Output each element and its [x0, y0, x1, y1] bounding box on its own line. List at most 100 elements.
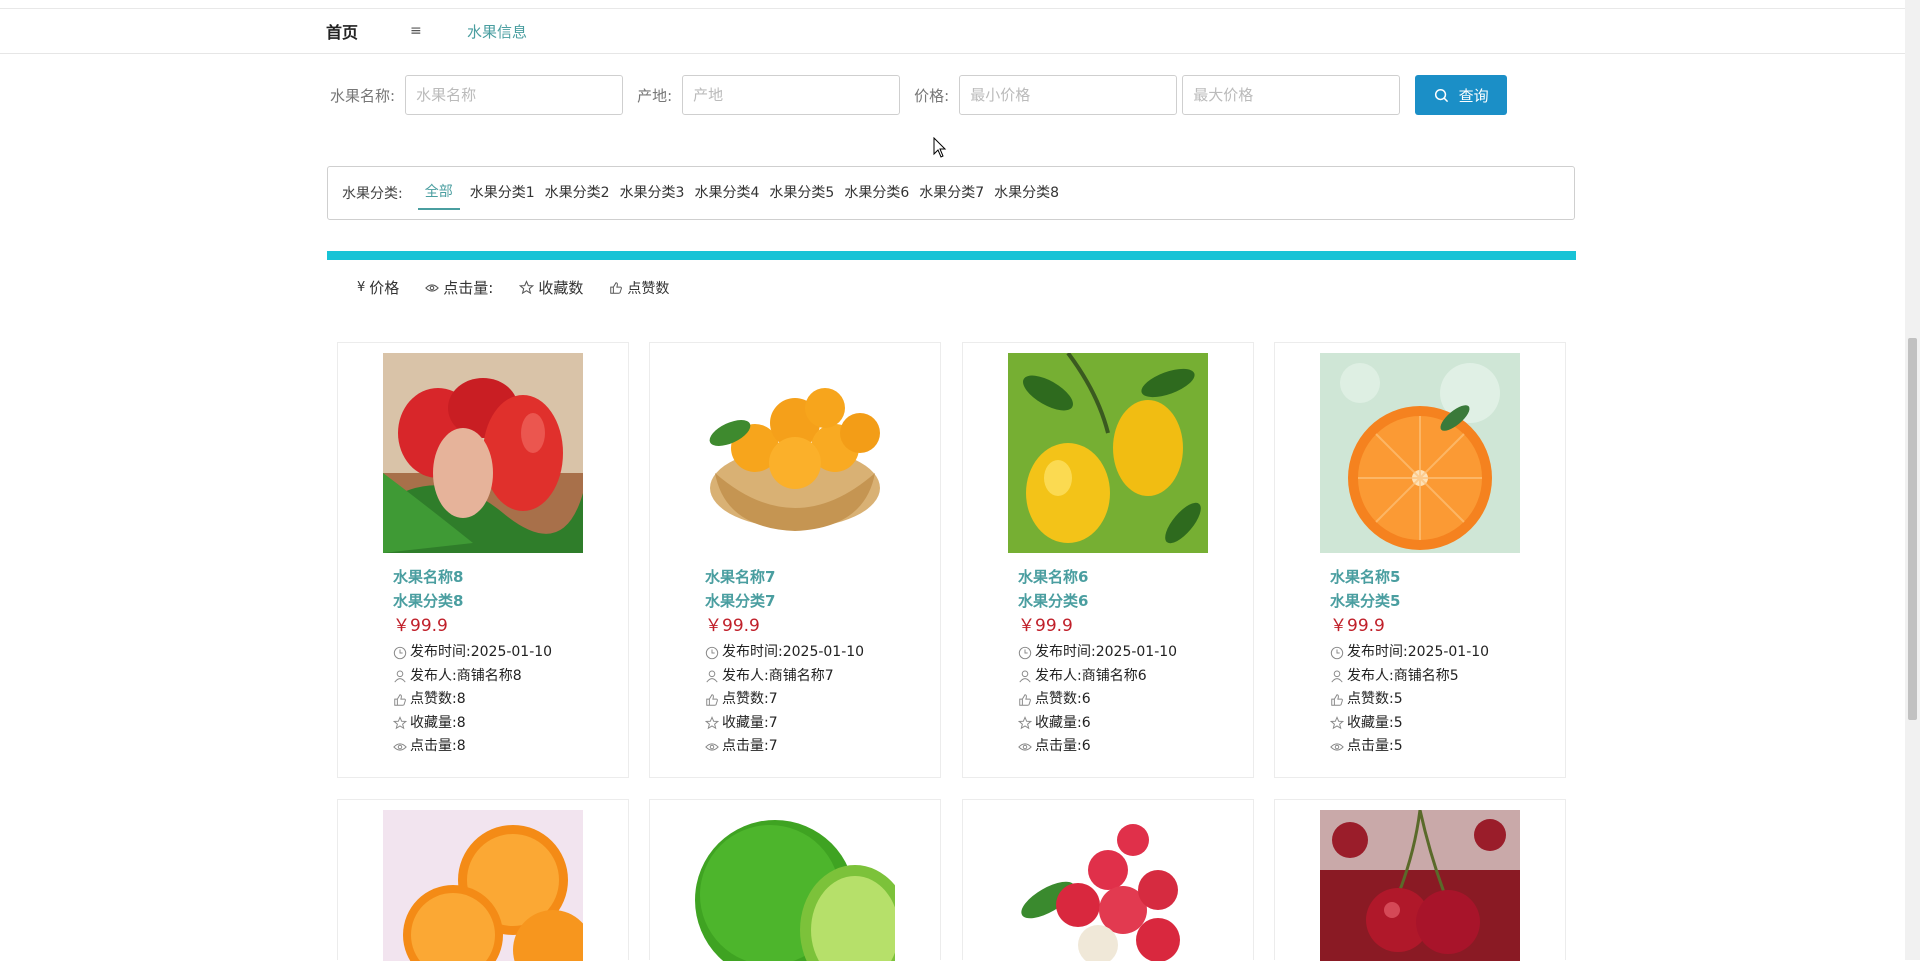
product-card[interactable]	[649, 799, 941, 961]
product-image[interactable]	[383, 810, 583, 961]
clicks-value: 6	[1081, 738, 1091, 754]
breadcrumb-home[interactable]: 首页	[326, 19, 358, 43]
product-card[interactable]	[337, 799, 629, 961]
star-icon	[1330, 716, 1344, 730]
sort-clicks-label: 点击量:	[443, 279, 494, 297]
publisher-value: 商铺名称8	[456, 667, 522, 684]
fruit-name-input[interactable]	[405, 75, 624, 115]
sort-favorites-label: 收藏数	[538, 279, 584, 297]
product-category: 水果分类6	[1018, 592, 1089, 610]
breadcrumb-current[interactable]: 水果信息	[467, 21, 527, 42]
product-card[interactable]: 水果名称5 水果分类5 ￥99.9 发布时间: 2025-01-10 发布人: 商铺…	[1274, 342, 1566, 778]
clicks: 点击量: 7	[705, 735, 935, 759]
user-icon	[706, 670, 718, 683]
product-image[interactable]	[695, 353, 895, 553]
category-2[interactable]: 水果分类2	[540, 177, 615, 209]
clicks-value: 8	[456, 738, 466, 754]
category-filter: 水果分类: 全部 水果分类1 水果分类2 水果分类3 水果分类4 水果分类5 水…	[327, 166, 1575, 220]
eye-icon	[393, 743, 407, 751]
product-price: ￥99.9	[393, 616, 448, 636]
search-form: 水果名称: 产地: 价格: 查询	[330, 74, 1508, 116]
likes-label: 点赞数:	[1347, 691, 1394, 707]
product-name[interactable]: 水果名称5	[1330, 565, 1560, 589]
thumb-up-icon	[394, 694, 406, 706]
star-icon	[393, 716, 407, 730]
sort-likes[interactable]: 点赞数	[609, 278, 669, 298]
category-5[interactable]: 水果分类5	[764, 177, 839, 209]
product-price: ￥99.9	[1330, 616, 1385, 636]
product-card[interactable]: 水果名称6 水果分类6 ￥99.9 发布时间: 2025-01-10 发布人: 商铺…	[962, 342, 1254, 778]
menu-toggle-icon[interactable]: ≡	[410, 23, 422, 39]
publish-time-label: 发布时间:	[1347, 644, 1408, 660]
publish-time-value: 2025-01-10	[1407, 644, 1490, 660]
product-image[interactable]	[1008, 810, 1208, 961]
yen-icon: ¥	[357, 280, 366, 295]
category-4[interactable]: 水果分类4	[689, 177, 764, 209]
thumb-up-icon	[610, 281, 623, 294]
category-7[interactable]: 水果分类7	[914, 177, 989, 209]
eye-icon	[425, 283, 440, 292]
clock-icon	[393, 646, 407, 659]
scroll-thumb[interactable]	[1908, 338, 1917, 720]
favorites: 收藏量: 7	[705, 712, 935, 736]
favorites: 收藏量: 6	[1018, 712, 1248, 736]
clicks: 点击量: 6	[1018, 735, 1248, 759]
top-strip	[0, 0, 1905, 9]
product-image[interactable]	[1320, 810, 1520, 961]
star-icon	[705, 716, 719, 730]
product-name[interactable]: 水果名称7	[705, 565, 935, 589]
sort-bar: ¥ 价格 点击量: 收藏数 点赞数	[357, 277, 695, 298]
thumb-up-icon	[706, 694, 718, 706]
likes: 点赞数: 5	[1330, 688, 1560, 712]
sort-price[interactable]: ¥ 价格	[357, 277, 399, 298]
category-3[interactable]: 水果分类3	[615, 177, 690, 209]
likes: 点赞数: 7	[705, 688, 935, 712]
category-6[interactable]: 水果分类6	[839, 177, 914, 209]
product-card[interactable]: 水果名称7 水果分类7 ￥99.9 发布时间: 2025-01-10 发布人: 商铺…	[649, 342, 941, 778]
product-price: ￥99.9	[705, 616, 760, 636]
product-image[interactable]	[695, 810, 895, 961]
category-all[interactable]: 全部	[417, 176, 460, 210]
product-category: 水果分类8	[393, 592, 464, 610]
product-name[interactable]: 水果名称6	[1018, 565, 1248, 589]
publish-time-label: 发布时间:	[722, 644, 783, 660]
product-card[interactable]	[1274, 799, 1566, 961]
category-1[interactable]: 水果分类1	[465, 177, 540, 209]
max-price-input[interactable]	[1182, 75, 1401, 115]
publisher-value: 商铺名称6	[1081, 667, 1147, 684]
likes-value: 7	[768, 691, 778, 707]
likes: 点赞数: 6	[1018, 688, 1248, 712]
product-category: 水果分类5	[1330, 592, 1401, 610]
favorites: 收藏量: 5	[1330, 712, 1560, 736]
origin-input[interactable]	[682, 75, 901, 115]
product-card[interactable]	[962, 799, 1254, 961]
sort-clicks[interactable]: 点击量:	[425, 277, 493, 298]
category-8[interactable]: 水果分类8	[989, 177, 1064, 209]
clicks: 点击量: 8	[393, 735, 623, 759]
product-image[interactable]	[1008, 353, 1208, 553]
min-price-input[interactable]	[959, 75, 1178, 115]
clock-icon	[1330, 646, 1344, 659]
sort-likes-label: 点赞数	[627, 280, 670, 297]
breadcrumb: 首页 ≡ 水果信息	[0, 9, 1905, 54]
eye-icon	[705, 743, 719, 751]
fruit-name-label: 水果名称:	[330, 86, 396, 105]
publisher-value: 商铺名称7	[768, 667, 834, 684]
product-category: 水果分类7	[705, 592, 776, 610]
product-card[interactable]: 水果名称8 水果分类8 ￥99.9 发布时间: 2025-01-10 发布人: 商铺…	[337, 342, 629, 778]
query-button[interactable]: 查询	[1415, 75, 1508, 115]
sort-favorites[interactable]: 收藏数	[519, 277, 583, 298]
likes-value: 6	[1081, 691, 1091, 707]
clicks-label: 点击量:	[1347, 738, 1394, 754]
favorites-value: 6	[1081, 714, 1091, 731]
star-icon	[1018, 716, 1032, 730]
product-name[interactable]: 水果名称8	[393, 565, 623, 589]
vertical-scrollbar[interactable]	[1905, 0, 1920, 960]
clock-icon	[705, 646, 719, 659]
product-image[interactable]	[383, 353, 583, 553]
eye-icon	[1330, 743, 1344, 751]
category-label: 水果分类:	[342, 186, 403, 202]
product-image[interactable]	[1320, 353, 1520, 553]
price-label: 价格:	[914, 86, 950, 105]
likes-label: 点赞数:	[1035, 691, 1082, 707]
